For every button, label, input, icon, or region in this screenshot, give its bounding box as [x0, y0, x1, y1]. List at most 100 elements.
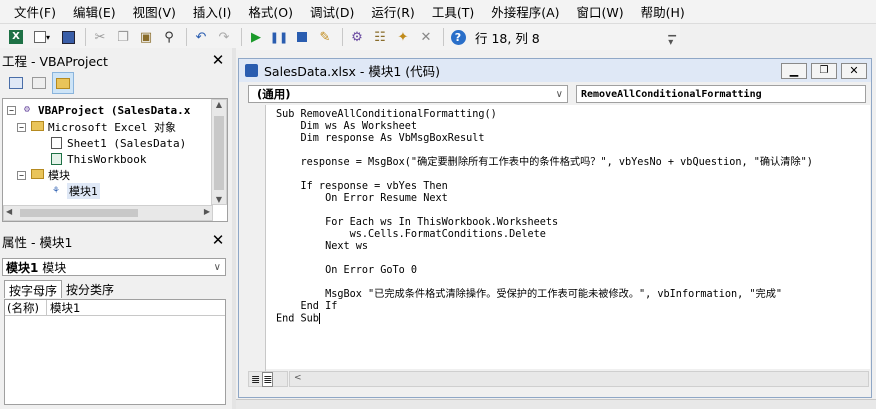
restore-button[interactable]: ❐	[811, 62, 837, 79]
collapse-icon[interactable]: −	[17, 122, 26, 132]
find-icon[interactable]: ⚲	[159, 27, 179, 47]
toolbar-separator	[443, 28, 444, 46]
properties-window-icon[interactable]: ☷	[370, 27, 390, 47]
tab-alphabetic[interactable]: 按字母序	[4, 280, 63, 298]
folder-icon	[30, 169, 44, 181]
tree-label: 模块1	[67, 183, 100, 199]
code-line[interactable]: response = MsgBox("确定要删除所有工作表中的条件格式吗？", …	[276, 157, 813, 169]
view-code-icon[interactable]	[6, 73, 26, 93]
scroll-up-icon[interactable]: ▲	[212, 100, 226, 109]
code-line[interactable]: Dim response As VbMsgBoxResult	[276, 133, 485, 145]
tree-node-vbaproject[interactable]: − ⚙ VBAProject (SalesData.x	[7, 102, 190, 118]
toggle-folders-icon[interactable]	[52, 72, 74, 94]
undo-icon[interactable]: ↶	[191, 27, 211, 47]
tree-node-modules[interactable]: − 模块	[17, 167, 70, 183]
pane-splitter[interactable]	[232, 48, 236, 409]
vbaproject-icon: ⚙	[23, 104, 31, 115]
chevron-down-icon[interactable]: ∨	[556, 89, 563, 100]
tree-node-thisworkbook[interactable]: ThisWorkbook	[49, 151, 146, 167]
menu-item[interactable]: 运行(R)	[371, 2, 414, 21]
scroll-left-icon[interactable]: ◀	[6, 207, 12, 216]
menu-item[interactable]: 格式(O)	[248, 2, 293, 21]
tree-vertical-scrollbar[interactable]: ▲ ▼	[211, 99, 227, 205]
code-line[interactable]: On Error Resume Next	[276, 193, 448, 205]
scroll-right-icon[interactable]: ▶	[204, 207, 210, 216]
close-button[interactable]: ✕	[841, 62, 867, 79]
project-pane-title: 工程 - VBAProject ✕	[0, 50, 232, 70]
view-object-icon[interactable]	[29, 73, 49, 93]
folder-icon	[30, 121, 44, 133]
scroll-down-icon[interactable]: ▼	[212, 195, 226, 204]
property-value[interactable]: 模块1	[47, 300, 80, 315]
copy-icon[interactable]: ❐	[113, 27, 133, 47]
close-icon[interactable]: ✕	[210, 52, 226, 68]
code-line[interactable]: Sub RemoveAllConditionalFormatting()	[276, 109, 497, 121]
excel-icon[interactable]: X	[6, 27, 26, 47]
close-icon[interactable]: ✕	[210, 232, 226, 248]
run-icon[interactable]: ▶	[246, 27, 266, 47]
insert-module-icon[interactable]: ▾	[29, 27, 55, 47]
menu-item[interactable]: 窗口(W)	[577, 2, 624, 21]
properties-grid: (名称) 模块1	[4, 299, 226, 405]
break-icon[interactable]: ❚❚	[269, 27, 289, 47]
cut-icon[interactable]: ✂	[90, 27, 110, 47]
menu-item[interactable]: 外接程序(A)	[491, 2, 559, 21]
code-line[interactable]: On Error GoTo 0	[276, 265, 417, 277]
margin-indicator-bar[interactable]	[248, 105, 266, 371]
code-editor[interactable]: Sub RemoveAllConditionalFormatting() Dim…	[266, 105, 870, 369]
paste-icon[interactable]: ▣	[136, 27, 156, 47]
tree-node-module1[interactable]: ⚘ 模块1	[49, 183, 100, 199]
view-toggle-bar: ≣ ≣	[248, 371, 288, 387]
tab-categorized[interactable]: 按分类序	[62, 280, 118, 298]
object-browser-icon[interactable]: ✦	[393, 27, 413, 47]
code-horizontal-scrollbar[interactable]: <	[289, 371, 869, 387]
scrollbar-thumb[interactable]	[20, 209, 138, 217]
menu-item[interactable]: 编辑(E)	[73, 2, 116, 21]
code-line[interactable]: ws.Cells.FormatConditions.Delete	[276, 229, 546, 241]
properties-pane-title: 属性 - 模块1 ✕	[0, 230, 232, 252]
tree-node-sheet1[interactable]: Sheet1 (SalesData)	[49, 135, 186, 151]
toolbar-separator	[241, 28, 242, 46]
save-icon[interactable]	[58, 27, 78, 47]
toolbar-separator	[186, 28, 187, 46]
code-line[interactable]: Dim ws As Worksheet	[276, 121, 418, 133]
menu-item[interactable]: 帮助(H)	[641, 2, 685, 21]
tree-label: Sheet1 (SalesData)	[67, 136, 187, 150]
redo-icon[interactable]: ↷	[214, 27, 234, 47]
property-row[interactable]: (名称) 模块1	[5, 300, 225, 316]
code-line[interactable]: MsgBox "已完成条件格式清除操作。受保护的工作表可能未被修改。", vbI…	[276, 289, 782, 301]
menu-item[interactable]: 视图(V)	[133, 2, 176, 21]
code-line[interactable]: End If	[276, 301, 338, 313]
toolbar-grip[interactable]: ▁ ▾	[668, 26, 676, 48]
tree-label: VBAProject (SalesData.x	[38, 103, 191, 117]
collapse-icon[interactable]: −	[7, 105, 16, 115]
collapse-icon[interactable]: −	[17, 170, 26, 180]
scrollbar-thumb[interactable]	[214, 116, 224, 190]
code-window-titlebar: SalesData.xlsx - 模块1 (代码) ▁ ❐ ✕	[239, 59, 871, 82]
code-line[interactable]: Next ws	[276, 241, 368, 253]
help-icon[interactable]: ?	[448, 27, 468, 47]
tree-label: Microsoft Excel 对象	[48, 121, 176, 134]
object-combo[interactable]: (通用) ∨	[248, 85, 568, 103]
object-selector[interactable]: 模块1 模块 ∨	[2, 258, 226, 276]
design-mode-icon[interactable]: ✎	[315, 27, 335, 47]
code-line[interactable]: For Each ws In ThisWorkbook.Worksheets	[276, 217, 558, 229]
tree-label: 模块	[48, 169, 70, 182]
code-line[interactable]: If response = vbYes Then	[276, 181, 448, 193]
code-line[interactable]: End Sub	[276, 313, 320, 325]
toolbox-icon[interactable]: ✕	[416, 27, 436, 47]
project-explorer-icon[interactable]: ⚙	[347, 27, 367, 47]
minimize-button[interactable]: ▁	[781, 62, 807, 79]
procedure-combo[interactable]: RemoveAllConditionalFormatting	[576, 85, 866, 103]
menu-item[interactable]: 文件(F)	[14, 2, 56, 21]
tree-horizontal-scrollbar[interactable]: ◀ ▶	[3, 205, 213, 221]
menu-item[interactable]: 调试(D)	[310, 2, 354, 21]
chevron-down-icon[interactable]: ∨	[214, 262, 221, 273]
tree-node-excel-objects[interactable]: − Microsoft Excel 对象	[17, 119, 176, 135]
procedure-view-icon[interactable]: ≣	[251, 373, 260, 386]
menu-item[interactable]: 插入(I)	[193, 2, 231, 21]
scroll-left-icon[interactable]: <	[294, 373, 302, 383]
properties-title: 属性 - 模块1	[2, 234, 73, 250]
reset-icon[interactable]	[292, 27, 312, 47]
menu-item[interactable]: 工具(T)	[432, 2, 474, 21]
